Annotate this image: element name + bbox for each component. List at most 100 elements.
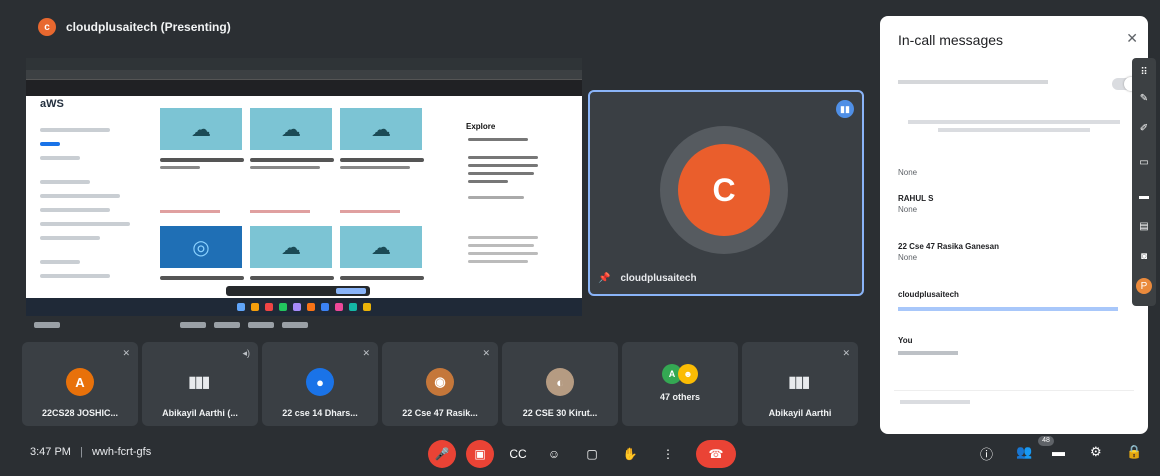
meeting-code: wwh-fcrt-gfs <box>91 446 152 458</box>
lab-card[interactable]: ☁ <box>160 108 242 150</box>
lab-card[interactable]: ☁ <box>250 226 332 268</box>
presentation-strip <box>26 318 582 332</box>
brush-icon[interactable]: ✎ <box>1136 90 1152 106</box>
tile-name: cloudplusaitech <box>620 273 697 284</box>
message-link[interactable] <box>898 307 1118 311</box>
people-icon[interactable]: 👥 <box>1016 444 1032 460</box>
more-options-button[interactable]: ⋮ <box>654 440 682 468</box>
raise-hand-button[interactable]: ✋ <box>616 440 644 468</box>
message-sender: RAHUL S <box>898 194 934 203</box>
lab-card[interactable]: ☁ <box>340 108 422 150</box>
pin-icon[interactable]: 📌 <box>598 273 610 284</box>
participant-name: Abikayil Aarthi <box>768 408 832 418</box>
speaking-indicator-icon: ▮▮ <box>836 100 854 118</box>
chat-icon[interactable]: ▬ <box>1052 444 1065 459</box>
grid-icon[interactable]: ⠿ <box>1136 64 1152 80</box>
chat-message: RAHUL S None <box>898 194 933 214</box>
participant-name: Abikayil Aarthi (... <box>162 408 238 418</box>
pen-icon[interactable]: ✐ <box>1136 120 1152 136</box>
participant-tile[interactable]: ✕ ▮▮▮ Abikayil Aarthi <box>742 342 858 426</box>
participant-name: 22 CSE 30 Kirut... <box>522 408 598 418</box>
captions-icon[interactable]: ▭ <box>1136 154 1152 170</box>
cloud-icon: ☁ <box>191 118 211 141</box>
aws-left-nav <box>34 118 144 278</box>
host-controls-icon[interactable]: 🔒 <box>1126 444 1142 460</box>
meeting-info: 3:47 PM | wwh-fcrt-gfs <box>30 446 152 458</box>
self-video-tile[interactable]: ▮▮ C 📌 cloudplusaitech <box>588 90 864 296</box>
emoji-button[interactable]: ☺ <box>540 440 568 468</box>
camera-toggle-button[interactable]: ▣ <box>466 440 494 468</box>
close-icon[interactable]: ✕ <box>1126 30 1138 47</box>
message-sender: cloudplusaitech <box>898 290 959 299</box>
avatar: C <box>678 144 770 236</box>
participant-name: 22CS28 JOSHIC... <box>41 408 119 418</box>
participant-name: 22 Cse 47 Rasik... <box>402 408 478 418</box>
presenter-header: c cloudplusaitech (Presenting) <box>38 18 231 36</box>
explore-heading: Explore <box>466 122 496 131</box>
activities-icon[interactable]: ⚙ <box>1090 444 1102 460</box>
cloud-icon: ☁ <box>281 236 301 259</box>
lab-card[interactable]: ◎ <box>160 226 242 268</box>
participant-count-badge: 48 <box>1038 436 1054 446</box>
chat-message: cloudplusaitech <box>898 290 1118 311</box>
lab-card[interactable]: ☁ <box>340 226 422 268</box>
message-text: None <box>898 205 918 214</box>
info-icon[interactable]: ⓘ <box>980 444 993 463</box>
stop-sharing-button[interactable] <box>336 288 366 294</box>
mic-toggle-button[interactable]: 🎤 <box>428 440 456 468</box>
clock: 3:47 PM <box>30 446 71 458</box>
audio-wave-icon: ▮▮▮ <box>188 374 210 391</box>
participant-tile[interactable]: ◂) ▮▮▮ Abikayil Aarthi (... <box>142 342 258 426</box>
messages-note <box>898 120 1130 132</box>
side-tool-rail: ⠿ ✎ ✐ ▭ ▬ ▤ ◙ P <box>1132 58 1156 306</box>
person-icon: ● <box>306 368 334 396</box>
profile-icon[interactable]: P <box>1136 278 1152 294</box>
lab-card[interactable]: ☁ <box>250 108 332 150</box>
camera-icon[interactable]: ◙ <box>1136 248 1152 264</box>
participant-tile[interactable]: ✕ ◉ 22 Cse 47 Rasik... <box>382 342 498 426</box>
chat-panel: In-call messages ✕ None RAHUL S None 22 … <box>880 16 1148 434</box>
browser-tab-strip <box>26 58 582 70</box>
message-sender: 22 Cse 47 Rasika Ganesan <box>898 242 999 251</box>
cloud-icon: ☁ <box>281 118 301 141</box>
shared-screen[interactable]: aWS ☁ ☁ ☁ ◎ ☁ ☁ Explore <box>26 58 582 316</box>
aws-logo: aWS <box>40 98 64 110</box>
chat-message: None <box>898 168 918 177</box>
mic-off-icon: ✕ <box>482 348 490 358</box>
mic-off-icon: ✕ <box>122 348 130 358</box>
mic-off-icon: ✕ <box>842 348 850 358</box>
participant-tile[interactable]: ✕ ● 22 cse 14 Dhars... <box>262 342 378 426</box>
captions-button[interactable]: CC <box>504 440 532 468</box>
message-text <box>898 351 958 355</box>
presenter-title: cloudplusaitech (Presenting) <box>66 20 231 34</box>
end-call-button[interactable]: ☎ <box>696 440 736 468</box>
bottom-control-bar: 3:47 PM | wwh-fcrt-gfs 🎤 ▣ CC ☺ ▢ ✋ ⋮ ☎ … <box>0 436 1160 476</box>
message-input[interactable] <box>894 390 1134 416</box>
chat-panel-title: In-call messages <box>898 32 1004 48</box>
mic-icon: ◂) <box>242 348 250 358</box>
chat-message: You <box>898 336 958 355</box>
avatar-ring: C <box>660 126 788 254</box>
extension-icon[interactable]: ▬ <box>1136 188 1152 204</box>
shared-page: aWS ☁ ☁ ☁ ◎ ☁ ☁ Explore <box>26 96 582 298</box>
docs-icon[interactable]: ▤ <box>1136 218 1152 234</box>
participant-tile[interactable]: ✕ A 22CS28 JOSHIC... <box>22 342 138 426</box>
avatar-photo: ☻ <box>678 364 698 384</box>
participant-name: 47 others <box>659 392 701 402</box>
mic-off-icon: ✕ <box>362 348 370 358</box>
message-text: None <box>898 253 918 262</box>
sharing-banner[interactable] <box>226 286 370 296</box>
globe-icon: ◎ <box>192 236 210 259</box>
presenter-avatar: c <box>38 18 56 36</box>
cloud-icon: ☁ <box>371 236 391 259</box>
present-button[interactable]: ▢ <box>578 440 606 468</box>
avatar-photo: ◐ <box>546 368 574 396</box>
chat-message: 22 Cse 47 Rasika Ganesan None <box>898 242 999 262</box>
avatar: A <box>66 368 94 396</box>
browser-bookmarks-bar <box>26 80 582 96</box>
windows-taskbar <box>26 298 582 316</box>
avatar-photo: ◉ <box>426 368 454 396</box>
participant-tile[interactable]: ◐ 22 CSE 30 Kirut... <box>502 342 618 426</box>
message-sender: You <box>898 336 913 345</box>
others-tile[interactable]: A ☻ 47 others <box>622 342 738 426</box>
